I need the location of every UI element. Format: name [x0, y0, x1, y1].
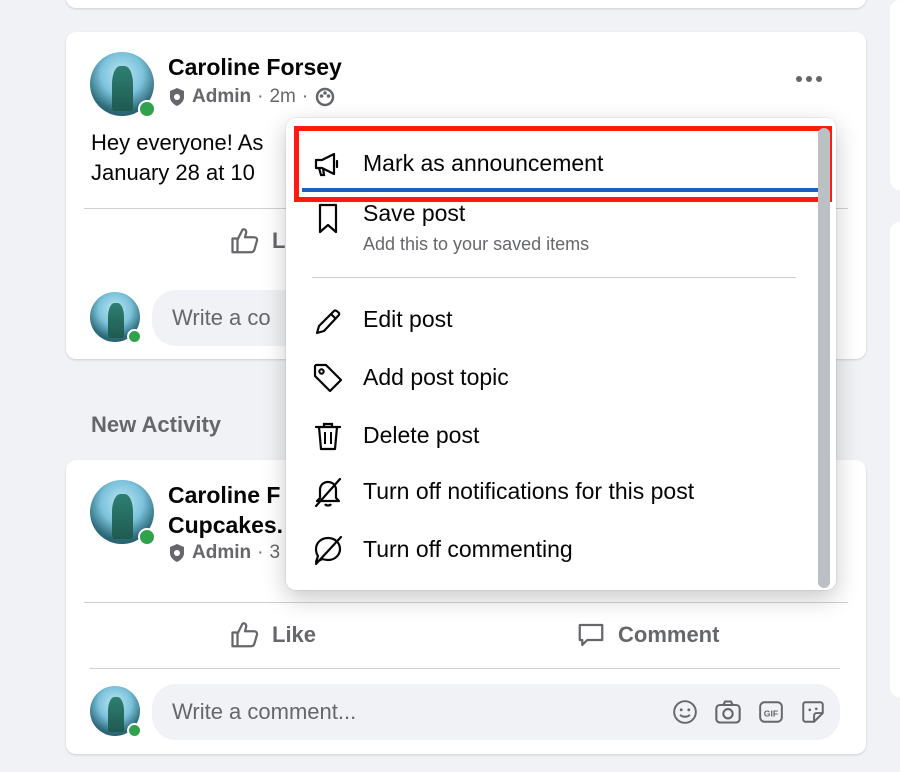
emoji-icon[interactable]: [672, 699, 698, 725]
menu-item-edit-post[interactable]: Edit post: [286, 296, 806, 350]
gif-icon[interactable]: GIF: [758, 699, 784, 725]
comment-bubble-icon: [578, 623, 604, 647]
post-author-name[interactable]: Caroline F: [168, 482, 280, 509]
right-panel-top: [890, 0, 900, 190]
tag-icon: [313, 363, 343, 393]
menu-item-commenting-off[interactable]: Turn off commenting: [286, 526, 806, 580]
post-time[interactable]: 3: [269, 542, 280, 564]
menu-item-label: Turn off commenting: [363, 536, 573, 562]
like-button[interactable]: Like: [230, 620, 316, 650]
comment-label: Comment: [618, 622, 720, 647]
online-status-dot: [138, 100, 156, 118]
post-body-line2: January 28 at 10: [91, 160, 255, 185]
commenter-avatar[interactable]: [90, 292, 142, 344]
like-label: L: [272, 228, 286, 253]
menu-item-add-topic[interactable]: Add post topic: [286, 354, 806, 408]
menu-item-label: Save post: [363, 200, 466, 226]
like-button[interactable]: L: [230, 226, 285, 256]
right-panel-bottom: [890, 222, 900, 697]
meta-separator: ·: [257, 542, 264, 563]
comment-placeholder: Write a comment...: [172, 699, 357, 724]
menu-item-delete-post[interactable]: Delete post: [286, 412, 806, 466]
bookmark-icon: [318, 203, 338, 234]
online-status-dot: [127, 329, 142, 344]
menu-item-save-post[interactable]: Save post Add this to your saved items: [286, 198, 806, 270]
admin-badge: Admin: [192, 86, 252, 107]
menu-item-sublabel: Add this to your saved items: [363, 234, 590, 254]
post-body-line1: Hey everyone! As: [91, 130, 264, 155]
admin-shield-icon: [170, 88, 184, 106]
bell-off-icon: [314, 477, 342, 508]
menu-item-label: Turn off notifications for this post: [363, 478, 695, 504]
divider: [90, 668, 840, 669]
menu-item-notifications-off[interactable]: Turn off notifications for this post: [286, 468, 806, 522]
post-meta: Admin · 3: [168, 542, 280, 564]
like-label: Like: [272, 622, 317, 647]
commenter-avatar[interactable]: [90, 686, 142, 738]
menu-item-label: Edit post: [363, 306, 453, 332]
divider: [84, 602, 848, 603]
comment-off-icon: [314, 535, 343, 566]
avatar[interactable]: [90, 52, 156, 118]
sticker-icon[interactable]: [800, 699, 826, 725]
online-status-dot: [127, 723, 142, 738]
post-meta: Admin · 2m ·: [168, 86, 336, 108]
previous-post-card: [66, 0, 866, 8]
section-title: New Activity: [91, 412, 222, 437]
like-thumb-icon: [231, 622, 259, 648]
svg-text:GIF: GIF: [764, 708, 778, 718]
comment-placeholder: Write a co: [172, 305, 271, 330]
admin-badge: Admin: [192, 542, 252, 563]
post-author-name[interactable]: Caroline Forsey: [168, 54, 342, 81]
post-time[interactable]: 2m: [269, 86, 295, 108]
camera-icon[interactable]: [714, 699, 742, 725]
comment-input[interactable]: Write a comment... GIF: [152, 684, 840, 740]
menu-item-label: Delete post: [363, 422, 480, 448]
pencil-icon: [315, 309, 341, 335]
trash-icon: [314, 422, 342, 451]
admin-shield-icon: [170, 544, 184, 562]
highlight-annotation: [294, 126, 832, 202]
comment-tools: GIF: [672, 684, 826, 740]
post-group-name[interactable]: Cupcakes.: [168, 512, 283, 539]
meta-separator: ·: [257, 86, 264, 107]
more-options-button[interactable]: [796, 76, 822, 82]
menu-item-label: Add post topic: [363, 364, 509, 390]
online-status-dot: [138, 528, 156, 546]
menu-separator: [312, 277, 796, 278]
avatar[interactable]: [90, 480, 156, 546]
meta-separator: ·: [301, 86, 309, 107]
like-thumb-icon: [231, 228, 259, 254]
comment-button[interactable]: Comment: [576, 620, 719, 650]
menu-scrollbar[interactable]: [818, 128, 830, 588]
group-audience-icon: [315, 87, 335, 107]
